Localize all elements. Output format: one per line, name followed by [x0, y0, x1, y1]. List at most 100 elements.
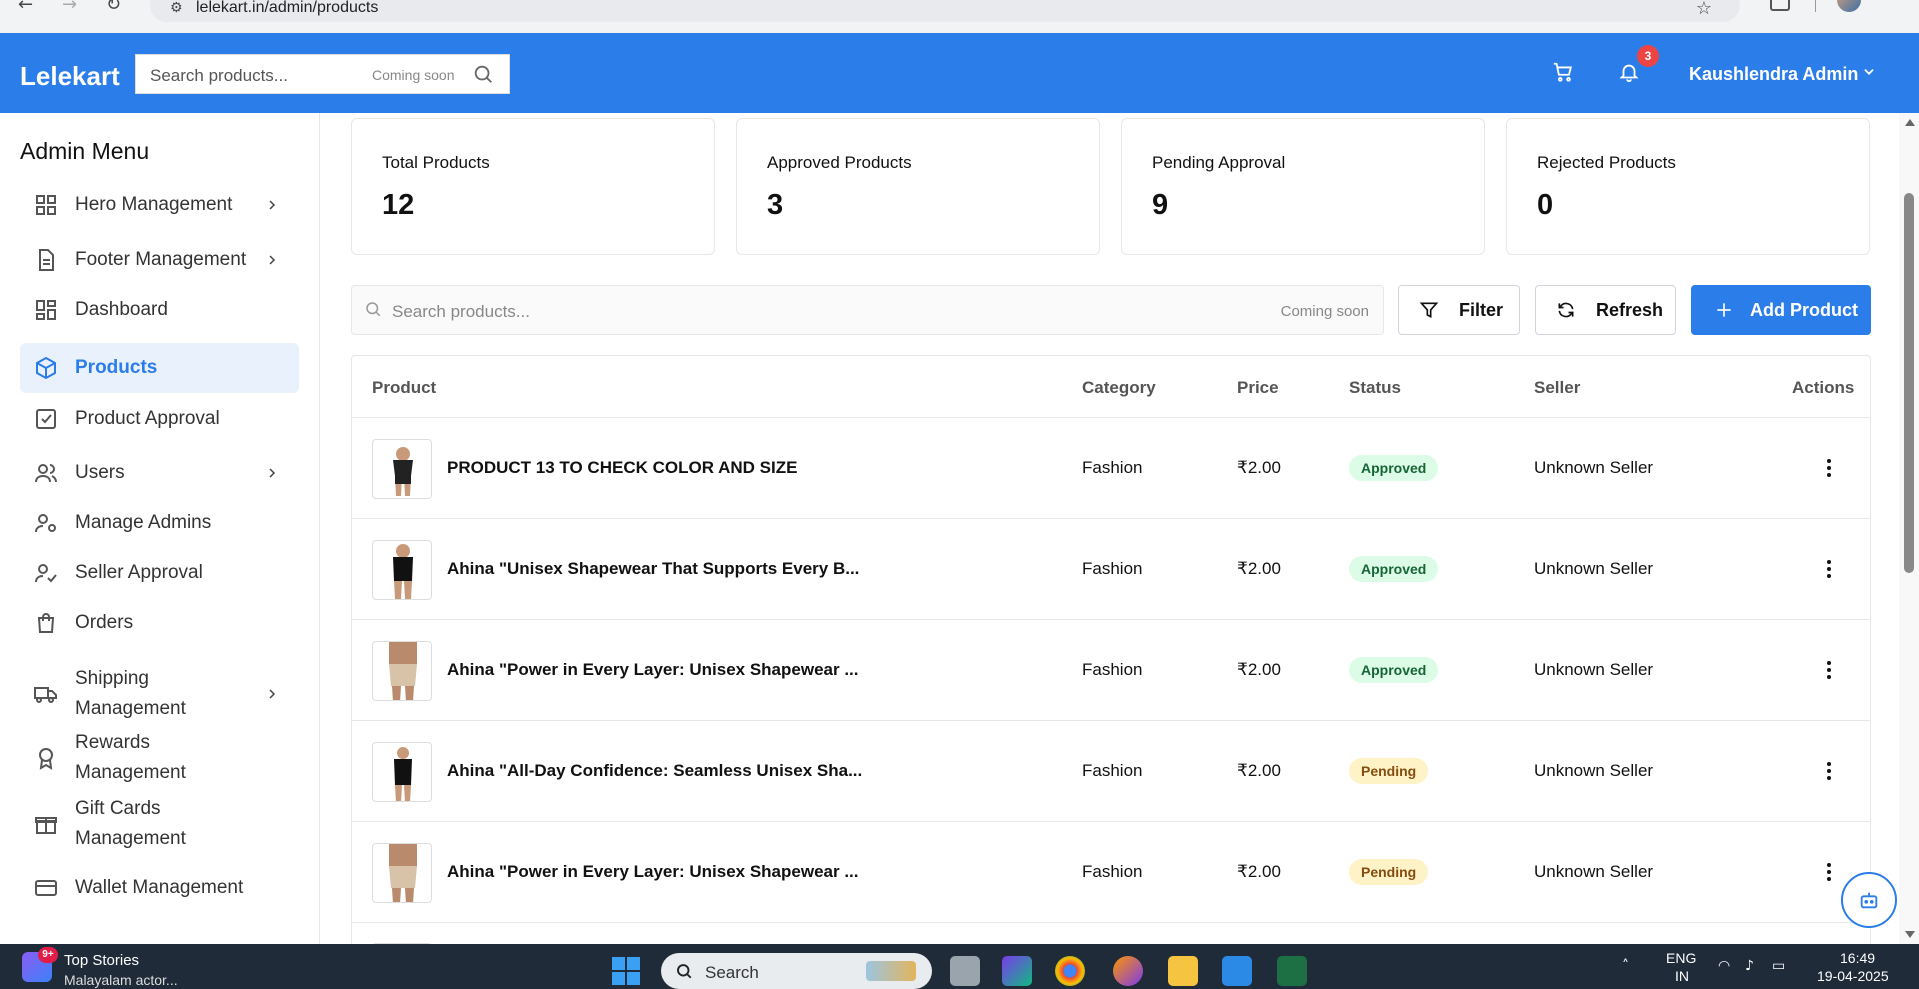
- scroll-down-arrow[interactable]: [1905, 931, 1915, 938]
- product-thumbnail[interactable]: [372, 843, 432, 903]
- header-search-placeholder: Search products...: [150, 66, 288, 85]
- bell-icon[interactable]: [1618, 61, 1640, 83]
- refresh-button[interactable]: Refresh: [1535, 285, 1676, 335]
- table-row[interactable]: PRODUCT 13 TO CHECK COLOR AND SIZE Fashi…: [352, 418, 1870, 519]
- page-scrollbar[interactable]: [1899, 113, 1919, 944]
- toolbar-divider: [1815, 0, 1816, 12]
- chevron-down-icon[interactable]: [1862, 65, 1876, 79]
- news-title[interactable]: Top Stories: [64, 952, 139, 969]
- file-explorer-icon[interactable]: [1168, 956, 1198, 986]
- more-vertical-icon[interactable]: [1825, 862, 1833, 882]
- column-header-product[interactable]: Product: [372, 378, 436, 398]
- sidebar-item-product-approval[interactable]: Product Approval: [20, 393, 299, 445]
- sidebar-item-label: Manage Admins: [75, 512, 212, 533]
- product-category: Fashion: [1082, 559, 1143, 578]
- bot-icon: [1860, 892, 1878, 909]
- site-info-icon[interactable]: ⚙: [170, 0, 183, 16]
- user-menu[interactable]: Kaushlendra Admin: [1689, 64, 1858, 85]
- clock-time[interactable]: 16:49: [1840, 950, 1875, 966]
- stat-card-total: Total Products 12: [351, 118, 715, 255]
- sidebar-item-products[interactable]: Products: [20, 343, 299, 393]
- product-name[interactable]: Ahina "Unisex Shapewear That Supports Ev…: [447, 559, 859, 579]
- document-icon: [39, 249, 54, 271]
- truck-icon: [34, 687, 57, 703]
- sidebar-item-shipping-management[interactable]: Shipping Management: [20, 662, 299, 726]
- checkbox-icon: [36, 409, 56, 429]
- wifi-icon[interactable]: ◠: [1718, 958, 1730, 974]
- column-header-category[interactable]: Category: [1082, 378, 1156, 398]
- scrollbar-thumb[interactable]: [1904, 193, 1914, 573]
- back-icon[interactable]: ←: [18, 0, 33, 14]
- news-subtitle[interactable]: Malayalam actor...: [64, 972, 178, 988]
- product-search-input[interactable]: Search products... Coming soon: [351, 285, 1384, 335]
- column-header-price[interactable]: Price: [1237, 378, 1279, 398]
- product-thumbnail[interactable]: [372, 439, 432, 499]
- address-bar[interactable]: ⚙ lelekart.in/admin/products ☆: [150, 0, 1740, 22]
- language-region[interactable]: IN: [1675, 968, 1689, 984]
- table-row[interactable]: Ahina "Power in Every Layer: Unisex Shap…: [352, 620, 1870, 721]
- sidebar-item-dashboard[interactable]: Dashboard: [20, 284, 299, 336]
- sidebar-item-orders[interactable]: Orders: [20, 597, 299, 649]
- sidebar-item-users[interactable]: Users: [20, 447, 299, 499]
- chevron-up-icon[interactable]: ˄: [1622, 958, 1629, 974]
- sidebar-item-footer-management[interactable]: Footer Management: [20, 234, 299, 286]
- search-icon[interactable]: [472, 63, 494, 85]
- table-row[interactable]: Ahina "Power in Every Layer: Unisex Shap…: [352, 822, 1870, 923]
- sidebar-item-gift-cards-management[interactable]: Gift Cards Management: [20, 792, 299, 856]
- language-label[interactable]: ENG: [1666, 950, 1696, 966]
- brand-logo[interactable]: Lelekart: [20, 61, 120, 92]
- table-row[interactable]: Ahina "All-Day Confidence: Seamless Unis…: [352, 721, 1870, 822]
- stat-card-approved: Approved Products 3: [736, 118, 1100, 255]
- excel-icon[interactable]: [1277, 956, 1307, 986]
- forward-icon[interactable]: →: [62, 0, 77, 14]
- column-header-seller[interactable]: Seller: [1534, 378, 1580, 398]
- product-thumbnail[interactable]: [372, 742, 432, 802]
- column-header-actions: Actions: [1792, 378, 1855, 397]
- more-vertical-icon[interactable]: [1825, 458, 1833, 478]
- filter-button[interactable]: Filter: [1398, 285, 1520, 335]
- shopping-bag-icon: [37, 613, 55, 633]
- product-thumbnail[interactable]: [372, 641, 432, 701]
- more-vertical-icon[interactable]: [1825, 559, 1833, 579]
- table-row[interactable]: Ahina "Unisex Shapewear That Supports Ev…: [352, 519, 1870, 620]
- product-name[interactable]: PRODUCT 13 TO CHECK COLOR AND SIZE: [447, 458, 797, 478]
- sidebar-item-label: Product Approval: [75, 408, 220, 429]
- task-view-icon[interactable]: [950, 956, 980, 986]
- taskbar-search-label: Search: [705, 963, 759, 982]
- battery-icon[interactable]: ▭: [1772, 958, 1785, 974]
- sidebar-item-label: Dashboard: [75, 299, 168, 320]
- windows-start-icon[interactable]: [611, 956, 641, 986]
- add-product-button[interactable]: Add Product: [1691, 285, 1871, 335]
- clock-date[interactable]: 19-04-2025: [1817, 968, 1889, 984]
- sidebar-item-manage-admins[interactable]: Manage Admins: [20, 497, 299, 549]
- product-thumbnail[interactable]: [372, 540, 432, 600]
- scroll-up-arrow[interactable]: [1905, 119, 1915, 126]
- more-vertical-icon[interactable]: [1825, 660, 1833, 680]
- status-badge: Approved: [1349, 556, 1439, 582]
- browser-toolbar: ← → ↻ ⚙ lelekart.in/admin/products ☆: [0, 0, 1919, 33]
- product-name[interactable]: Ahina "Power in Every Layer: Unisex Shap…: [447, 660, 859, 680]
- column-header-status[interactable]: Status: [1349, 378, 1401, 398]
- chatbot-button[interactable]: [1841, 872, 1897, 928]
- more-vertical-icon[interactable]: [1825, 761, 1833, 781]
- product-name[interactable]: Ahina "All-Day Confidence: Seamless Unis…: [447, 761, 862, 781]
- extensions-icon[interactable]: [1770, 0, 1790, 11]
- reload-icon[interactable]: ↻: [106, 0, 121, 14]
- user-check-icon: [35, 564, 57, 583]
- chrome-icon[interactable]: [1055, 956, 1085, 986]
- firefox-icon[interactable]: [1113, 956, 1143, 986]
- stat-title: Approved Products: [767, 153, 912, 172]
- vscode-icon[interactable]: [1222, 956, 1252, 986]
- sidebar-item-rewards-management[interactable]: Rewards Management: [20, 732, 299, 784]
- sidebar-item-wallet-management[interactable]: Wallet Management: [20, 862, 299, 914]
- product-name[interactable]: Ahina "Power in Every Layer: Unisex Shap…: [447, 862, 859, 882]
- header-search-input[interactable]: Search products... Coming soon: [135, 54, 510, 94]
- sidebar-item-seller-approval[interactable]: Seller Approval: [20, 547, 299, 599]
- copilot-icon[interactable]: [1002, 956, 1032, 986]
- taskbar-search[interactable]: Search: [661, 953, 932, 989]
- profile-avatar[interactable]: [1837, 0, 1861, 12]
- bookmark-star-icon[interactable]: ☆: [1696, 0, 1712, 19]
- cart-icon[interactable]: [1552, 61, 1574, 83]
- volume-icon[interactable]: ♪: [1745, 958, 1754, 974]
- sidebar-item-hero-management[interactable]: Hero Management: [20, 179, 299, 231]
